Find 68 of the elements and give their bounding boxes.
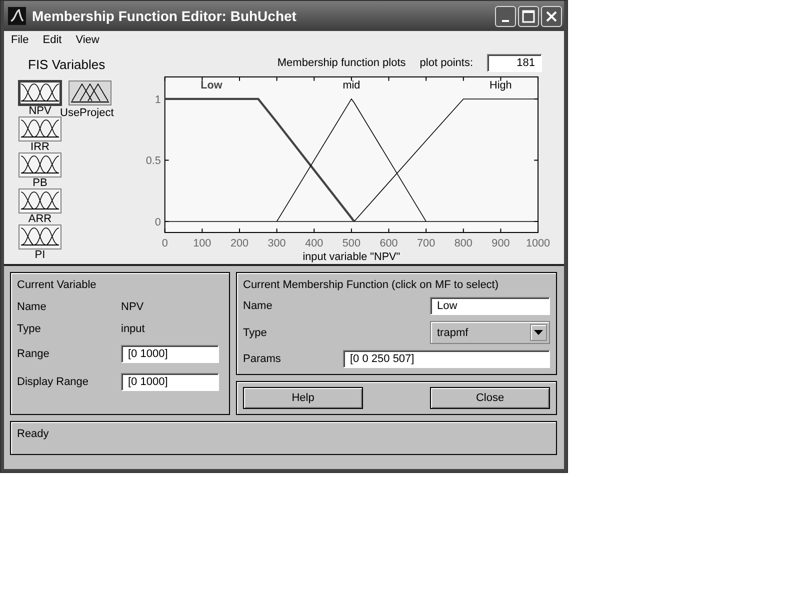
maximize-icon — [522, 10, 535, 22]
variable-label: PI — [34, 250, 46, 260]
variable-label: NPV — [28, 106, 52, 116]
tick-label: 0 — [162, 237, 168, 250]
variable-name: NPV — [121, 301, 145, 313]
membership-function-icon[interactable] — [18, 188, 62, 214]
field-label: Display Range — [17, 376, 90, 388]
curve-label: Low — [200, 80, 222, 92]
triangle-curve[interactable] — [276, 98, 426, 222]
curve-label: mid — [342, 80, 360, 92]
menu-item[interactable]: View — [76, 34, 100, 46]
field-label: Type — [243, 326, 268, 338]
membership-function-icon[interactable] — [18, 80, 62, 106]
field-label: Range — [17, 348, 50, 360]
status-bar: Ready — [10, 421, 557, 455]
tick-label: 400 — [305, 237, 324, 250]
tick-label: 1 — [154, 94, 161, 106]
membership-function-icon[interactable] — [18, 224, 62, 250]
display-range-field[interactable]: [0 1000] — [121, 373, 219, 391]
curve-label: High — [490, 80, 512, 92]
range-field[interactable]: [0 1000] — [121, 345, 219, 363]
panel-title: Current Membership Function (click on MF to select) — [243, 279, 500, 291]
dialog-button[interactable]: Help — [243, 387, 363, 409]
panel-title: Current Variable — [17, 279, 98, 291]
field-label: Name — [243, 300, 274, 312]
plot-points-field[interactable]: 181 — [487, 54, 542, 72]
tick-label: 500 — [342, 237, 360, 250]
close-icon — [545, 10, 558, 22]
tick-label: 300 — [268, 237, 286, 250]
mf-name-field[interactable]: Low — [430, 297, 550, 315]
close-button[interactable] — [541, 6, 562, 26]
variable-label: UseProject — [60, 108, 114, 118]
section-title: FIS Variables — [28, 57, 106, 72]
tick-label: 600 — [380, 237, 398, 250]
minimize-icon — [502, 20, 509, 22]
membership-function-icon[interactable] — [18, 152, 62, 178]
field-label: Name — [17, 301, 48, 313]
caret-icon — [534, 330, 543, 335]
menu-item[interactable]: File — [11, 34, 29, 46]
tick-label: 800 — [454, 237, 472, 250]
tick-label: 700 — [417, 237, 436, 250]
dialog-button[interactable]: Close — [430, 387, 550, 409]
app-icon — [8, 7, 26, 25]
variable-label: ARR — [28, 214, 52, 224]
window-title: Membership Function Editor: BuhUchet — [32, 8, 298, 24]
variable-type: input — [121, 323, 146, 335]
maximize-button[interactable] — [518, 6, 539, 26]
axis-title: input variable "NPV" — [302, 251, 400, 264]
tick-label: 900 — [492, 237, 510, 250]
membership-function-icon[interactable] — [18, 116, 62, 142]
tick-label: 100 — [193, 237, 212, 250]
plot-title: Membership function plots — [277, 57, 406, 69]
plot-points-label: plot points: — [420, 57, 473, 69]
membership-function-icon[interactable] — [68, 80, 112, 106]
field-label: Type — [17, 323, 42, 335]
trapezoid-curve[interactable] — [354, 98, 538, 222]
tick-label: 0.5 — [146, 155, 161, 168]
tick-label: 1000 — [526, 237, 550, 250]
menu-item[interactable]: Edit — [42, 34, 62, 46]
variable-label: PB — [32, 178, 48, 188]
variable-label: IRR — [30, 142, 50, 152]
field-label: Params — [243, 353, 282, 365]
trapezoid-curve[interactable] — [164, 98, 355, 222]
minimize-button[interactable] — [495, 6, 516, 26]
mf-type-dropdown[interactable]: trapmf — [430, 321, 550, 344]
tick-label: 200 — [230, 237, 249, 250]
tick-label: 0 — [154, 216, 161, 228]
params-field[interactable]: [0 0 250 507] — [343, 350, 550, 368]
